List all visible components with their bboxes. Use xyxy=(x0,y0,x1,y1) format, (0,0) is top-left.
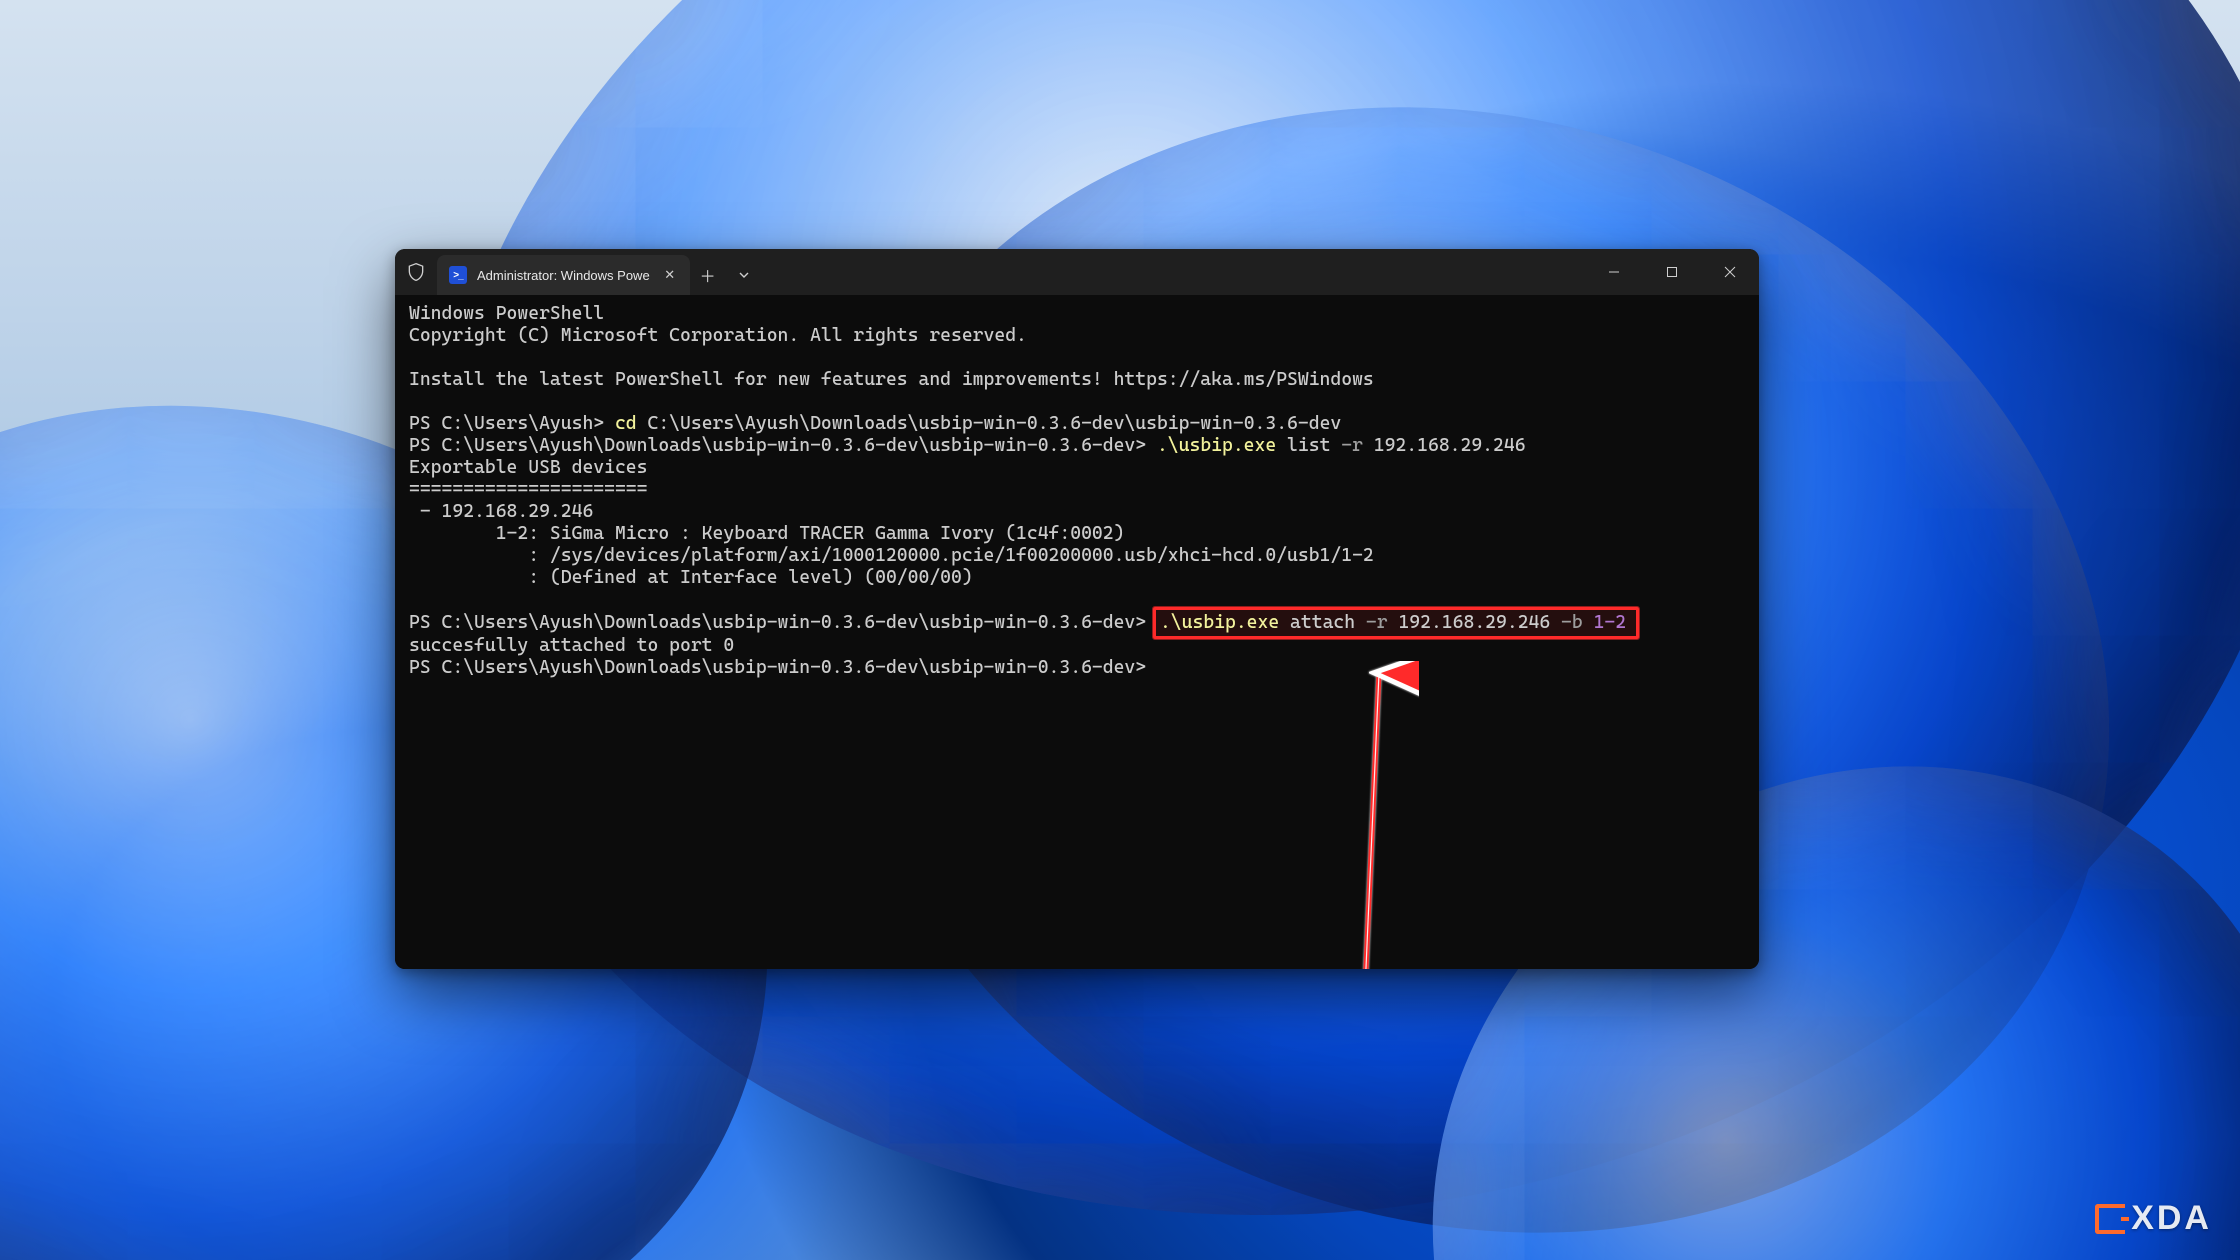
console-prompt: PS C:\Users\Ayush> xyxy=(409,413,615,434)
powershell-icon xyxy=(449,266,467,284)
xda-watermark: XDA xyxy=(2095,1199,2212,1238)
xda-text: XDA xyxy=(2131,1199,2212,1238)
tab-dropdown-button[interactable] xyxy=(726,255,762,295)
console-output[interactable]: Windows PowerShell Copyright (C) Microso… xyxy=(395,295,1759,969)
console-line: : /sys/devices/platform/axi/1000120000.p… xyxy=(409,545,1374,566)
console-line: - 192.168.29.246 xyxy=(409,501,593,522)
console-prompt: PS C:\Users\Ayush\Downloads\usbip-win-0.… xyxy=(409,612,1157,633)
close-window-button[interactable] xyxy=(1701,249,1759,295)
cmd-ip: 192.168.29.246 xyxy=(1363,435,1526,456)
console-line: Exportable USB devices xyxy=(409,457,647,478)
cmd-flag-b: -b xyxy=(1561,612,1583,633)
maximize-button[interactable] xyxy=(1643,249,1701,295)
tab-powershell[interactable]: Administrator: Windows Powe ✕ xyxy=(437,255,690,295)
xda-bracket-icon xyxy=(2095,1204,2125,1234)
cmd-ip: 192.168.29.246 xyxy=(1388,612,1561,633)
cmd-flag: -r xyxy=(1341,435,1363,456)
console-line: Windows PowerShell xyxy=(409,303,604,324)
highlighted-command: .\usbip.exe attach -r 192.168.29.246 -b … xyxy=(1153,607,1639,639)
minimize-button[interactable] xyxy=(1585,249,1643,295)
titlebar[interactable]: Administrator: Windows Powe ✕ ＋ xyxy=(395,249,1759,295)
tab-title: Administrator: Windows Powe xyxy=(477,268,650,283)
cmd-sub: attach xyxy=(1279,612,1366,633)
cmd-sub: list xyxy=(1276,435,1341,456)
cmd-flag-r: -r xyxy=(1366,612,1388,633)
cmd-usbip: .\usbip.exe xyxy=(1157,435,1276,456)
console-line: Install the latest PowerShell for new fe… xyxy=(409,369,1374,390)
cmd-arg: C:\Users\Ayush\Downloads\usbip-win-0.3.6… xyxy=(637,413,1342,434)
cmd-cd: cd xyxy=(615,413,637,434)
console-line: Copyright (C) Microsoft Corporation. All… xyxy=(409,325,1027,346)
console-prompt: PS C:\Users\Ayush\Downloads\usbip-win-0.… xyxy=(409,435,1157,456)
terminal-window: Administrator: Windows Powe ✕ ＋ Windows … xyxy=(395,249,1759,969)
admin-shield-icon xyxy=(395,249,437,295)
console-prompt: PS C:\Users\Ayush\Downloads\usbip-win-0.… xyxy=(409,657,1157,678)
tab-close-button[interactable]: ✕ xyxy=(660,265,680,285)
cmd-usbip: .\usbip.exe xyxy=(1160,612,1279,633)
cmd-bus: 1-2 xyxy=(1583,612,1626,633)
new-tab-button[interactable]: ＋ xyxy=(690,255,726,295)
console-line: 1-2: SiGma Micro : Keyboard TRACER Gamma… xyxy=(409,523,1124,544)
annotation-arrow xyxy=(1339,661,1419,969)
console-line: : (Defined at Interface level) (00/00/00… xyxy=(409,567,973,588)
console-line: ====================== xyxy=(409,479,647,500)
console-line: succesfully attached to port 0 xyxy=(409,635,734,656)
